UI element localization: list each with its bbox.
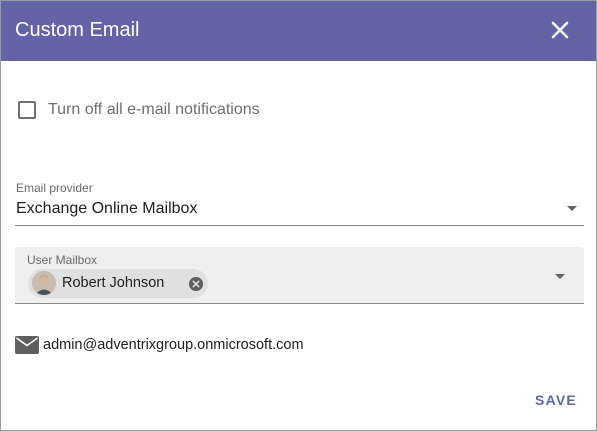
notifications-checkbox-label[interactable]: Turn off all e-mail notifications	[48, 100, 260, 120]
close-icon[interactable]	[547, 17, 573, 43]
mailbox-dropdown-arrow-icon[interactable]	[555, 274, 565, 279]
email-provider-select[interactable]: Email provider Exchange Online Mailbox	[15, 177, 584, 226]
email-address: admin@adventrixgroup.onmicrosoft.com	[43, 337, 304, 353]
turn-off-notifications-checkbox[interactable]	[18, 101, 36, 119]
envelope-icon	[15, 336, 39, 354]
remove-chip-icon[interactable]	[189, 277, 203, 291]
email-provider-value[interactable]: Exchange Online Mailbox	[16, 199, 197, 219]
user-mailbox-select[interactable]: User Mailbox Robert Johnson	[15, 247, 584, 304]
avatar	[32, 271, 56, 295]
user-mailbox-label: User Mailbox	[27, 253, 98, 267]
email-provider-label: Email provider	[16, 181, 93, 195]
dialog-title: Custom Email	[15, 19, 140, 41]
provider-dropdown-arrow-icon[interactable]	[567, 206, 577, 211]
user-chip[interactable]: Robert Johnson	[28, 269, 208, 298]
dialog-header: Custom Email	[1, 1, 596, 61]
chip-user-name: Robert Johnson	[62, 275, 165, 291]
save-button[interactable]: SAVE	[527, 389, 585, 411]
custom-email-dialog: Custom Email Turn off all e-mail notific…	[0, 0, 597, 431]
